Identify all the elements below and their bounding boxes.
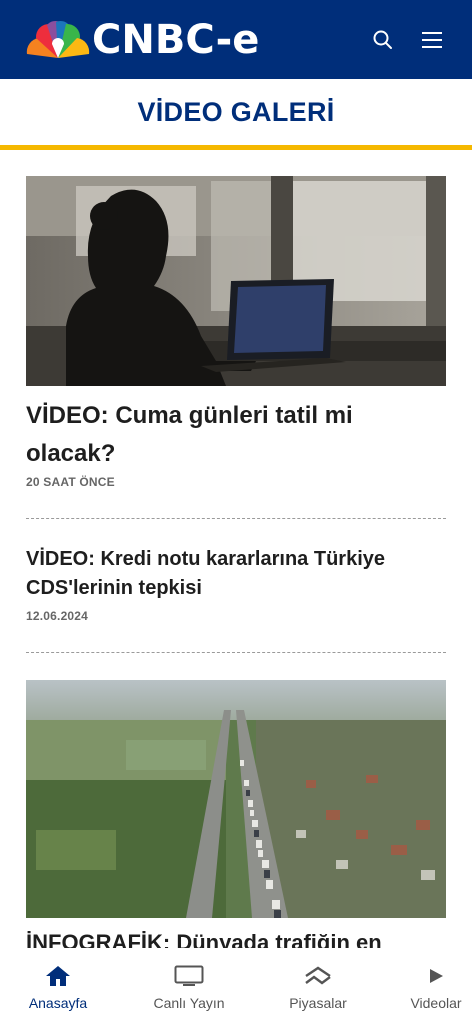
page-title: VİDEO GALERİ	[137, 96, 335, 127]
woman-laptop-photo	[26, 176, 446, 386]
nav-item-videolar[interactable]: Videolar	[404, 948, 468, 1024]
article-thumbnail[interactable]	[26, 680, 446, 918]
aerial-highway-photo	[26, 680, 446, 918]
peacock-logo-icon	[26, 21, 90, 58]
search-icon	[373, 30, 392, 49]
section-header: VİDEO GALERİ	[0, 79, 472, 145]
nav-item-piyasalar[interactable]: Piyasalar	[282, 948, 354, 1024]
search-button[interactable]	[369, 26, 397, 54]
logo-text: CNBC-e	[92, 17, 260, 63]
bottom-navigation: Anasayfa Canlı Yayın Piyasalar Videolar	[0, 948, 472, 1024]
tv-icon	[174, 965, 204, 986]
cnbc-e-logo[interactable]: CNBC-e	[26, 18, 259, 62]
article-thumbnail[interactable]	[26, 176, 446, 386]
home-icon	[46, 966, 70, 986]
nav-item-canli-yayin[interactable]: Canlı Yayın	[146, 948, 232, 1024]
article-title[interactable]: VİDEO: Cuma günleri tatil mi olacak?	[26, 397, 446, 473]
app-header: CNBC-e	[0, 0, 472, 79]
hamburger-menu-icon	[422, 32, 442, 48]
menu-button[interactable]	[418, 26, 446, 54]
nav-item-anasayfa[interactable]: Anasayfa	[22, 948, 94, 1024]
article-date: 12.06.2024	[26, 609, 89, 623]
divider	[26, 652, 446, 653]
play-icon	[430, 969, 443, 983]
article-date: 20 SAAT ÖNCE	[26, 475, 115, 489]
chart-chevron-icon	[305, 966, 331, 985]
nav-label: Videolar	[410, 995, 462, 1011]
accent-divider	[0, 145, 472, 150]
nav-label: Anasayfa	[28, 995, 88, 1011]
article-title[interactable]: VİDEO: Kredi notu kararlarına Türkiye CD…	[26, 545, 446, 603]
divider	[26, 518, 446, 519]
article-title[interactable]: İNFOGRAFİK: Dünyada trafiğin en	[26, 928, 446, 948]
nav-label: Piyasalar	[289, 995, 347, 1011]
nav-label: Canlı Yayın	[153, 995, 225, 1011]
